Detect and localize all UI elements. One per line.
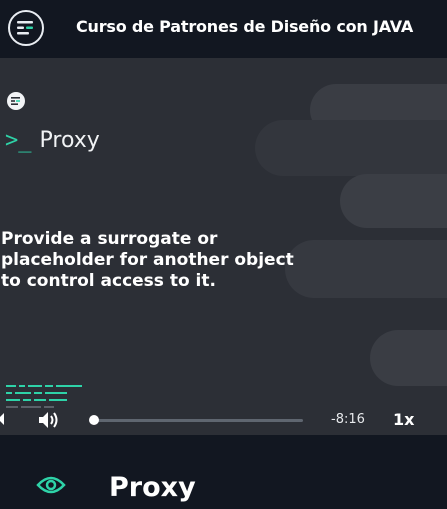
slide-heading-text: Proxy <box>39 128 100 153</box>
slide-description: Provide a surrogate or placeholder for a… <box>1 229 294 291</box>
time-remaining: -8:16 <box>331 412 365 427</box>
video-player[interactable]: >_ Proxy Provide a surrogate or placehol… <box>0 58 447 435</box>
menu-icon <box>17 21 33 35</box>
menu-button[interactable] <box>8 10 44 46</box>
player-controls: -8:16 1x <box>0 405 447 435</box>
playback-speed-button[interactable]: 1x <box>393 410 414 429</box>
volume-icon[interactable] <box>38 411 60 429</box>
top-bar: Curso de Patrones de Diseño con JAVA <box>0 0 447 58</box>
lesson-header: Proxy <box>0 435 447 509</box>
slide-heading: >_ Proxy <box>5 128 100 153</box>
eye-icon <box>36 476 66 494</box>
terminal-prompt-icon: >_ <box>5 128 32 153</box>
seek-bar[interactable] <box>94 419 303 422</box>
course-title: Curso de Patrones de Diseño con JAVA <box>76 17 414 36</box>
seek-handle[interactable] <box>89 415 99 425</box>
platform-logo-icon <box>7 92 25 110</box>
lesson-title: Proxy <box>109 472 196 503</box>
rewind-icon[interactable] <box>0 413 4 425</box>
